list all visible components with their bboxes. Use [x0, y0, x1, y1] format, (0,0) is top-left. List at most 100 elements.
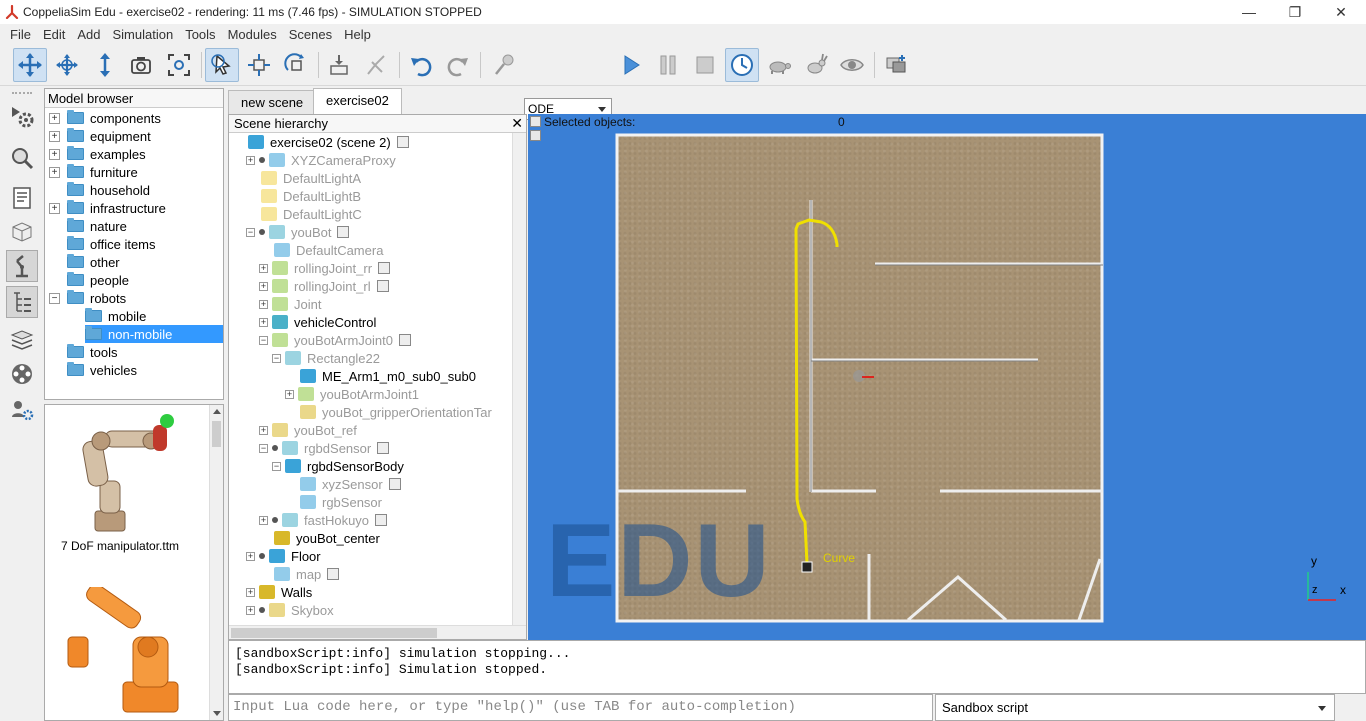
hierarchy-vertical-scrollbar[interactable] — [512, 133, 526, 627]
model-folder-item[interactable]: people — [49, 271, 129, 289]
expand-toggle-icon[interactable]: + — [259, 263, 268, 273]
shape-edit-button[interactable] — [6, 216, 38, 248]
model-thumbnail-7dof[interactable] — [65, 411, 180, 536]
expand-toggle-icon[interactable]: + — [246, 155, 255, 165]
model-folder-item[interactable]: mobile — [85, 307, 146, 325]
scene-object-row[interactable]: − rgbdSensorBody — [272, 457, 404, 475]
menu-help[interactable]: Help — [339, 27, 376, 42]
model-folder-item[interactable]: nature — [49, 217, 127, 235]
object-shift-button[interactable] — [242, 48, 276, 82]
scene-object-row[interactable]: xyzSensor — [285, 475, 401, 493]
scene-object-row[interactable]: − youBotArmJoint0 — [259, 331, 411, 349]
expand-toggle-icon[interactable]: + — [285, 389, 294, 399]
expand-toggle-icon[interactable]: + — [49, 112, 60, 124]
expand-toggle-icon[interactable]: − — [49, 292, 60, 304]
scroll-up-arrow-icon[interactable] — [213, 409, 221, 414]
slow-down-button[interactable] — [762, 48, 796, 82]
click-selection-button[interactable] — [205, 48, 239, 82]
script-icon[interactable] — [378, 262, 391, 274]
expand-toggle-icon[interactable]: + — [259, 317, 268, 327]
camera-angle-button[interactable] — [124, 48, 158, 82]
scene-object-row[interactable]: exercise02 (scene 2) — [233, 133, 409, 151]
model-folder-item[interactable]: other — [49, 253, 120, 271]
script-icon[interactable] — [399, 334, 411, 346]
scene-object-row[interactable]: − Rectangle22 — [272, 349, 380, 367]
scene-object-row[interactable]: youBot_center — [259, 529, 380, 547]
camera-pan-button[interactable] — [13, 48, 47, 82]
menu-simulation[interactable]: Simulation — [108, 27, 179, 42]
script-icon[interactable] — [375, 514, 388, 526]
menu-modules[interactable]: Modules — [223, 27, 282, 42]
menu-tools[interactable]: Tools — [180, 27, 220, 42]
script-context-select[interactable]: Sandbox script — [935, 694, 1335, 721]
real-time-button[interactable] — [725, 48, 759, 82]
thumbnail-scrollbar[interactable] — [209, 405, 223, 720]
model-folder-item[interactable]: vehicles — [49, 361, 137, 379]
script-icon[interactable] — [388, 478, 401, 490]
expand-toggle-icon[interactable]: + — [259, 299, 268, 309]
redo-button[interactable] — [441, 48, 475, 82]
expand-toggle-icon[interactable]: + — [49, 166, 60, 178]
model-folder-item[interactable]: non-mobile — [85, 325, 223, 343]
scene-object-row[interactable]: DefaultLightC — [246, 205, 362, 223]
expand-toggle-icon[interactable]: + — [49, 202, 60, 214]
expand-toggle-icon[interactable]: + — [259, 281, 268, 291]
tab-new-scene[interactable]: new scene — [228, 90, 317, 114]
scripts-button[interactable] — [6, 182, 38, 214]
scene-object-row[interactable]: + Skybox — [246, 601, 334, 619]
expand-toggle-icon[interactable]: − — [272, 353, 281, 363]
start-simulation-button[interactable] — [614, 48, 648, 82]
camera-rotate-button[interactable] — [50, 48, 84, 82]
model-folder-item[interactable]: + components — [49, 109, 161, 127]
close-hierarchy-icon[interactable]: ✕ — [511, 115, 523, 132]
pause-simulation-button[interactable] — [651, 48, 685, 82]
menu-scenes[interactable]: Scenes — [284, 27, 337, 42]
expand-toggle-icon[interactable]: + — [246, 587, 255, 597]
scene-object-row[interactable]: DefaultLightA — [246, 169, 361, 187]
expand-toggle-icon[interactable]: + — [259, 515, 268, 525]
scene-object-row[interactable]: + vehicleControl — [259, 313, 376, 331]
menu-add[interactable]: Add — [72, 27, 105, 42]
scene-object-row[interactable]: + Walls — [246, 583, 312, 601]
speed-up-button[interactable] — [799, 48, 833, 82]
model-browser-toggle-button[interactable] — [6, 250, 38, 282]
calculation-modules-button[interactable] — [6, 142, 38, 174]
scene-object-row[interactable]: + Floor — [246, 547, 321, 565]
scrollbar-thumb[interactable] — [212, 421, 221, 447]
expand-toggle-icon[interactable]: − — [259, 335, 268, 345]
visualization-toggle-button[interactable] — [835, 48, 869, 82]
model-folder-item[interactable]: household — [49, 181, 150, 199]
expand-toggle-icon[interactable]: + — [49, 148, 60, 160]
model-folder-item[interactable]: + furniture — [49, 163, 138, 181]
model-folder-item[interactable]: + examples — [49, 145, 146, 163]
model-folder-item[interactable]: + equipment — [49, 127, 151, 145]
scene-object-row[interactable]: rgbSensor — [285, 493, 382, 511]
scene-viewport[interactable]: Selected objects: 0 Curve EDU y z x — [528, 114, 1366, 640]
scene-object-row[interactable]: + youBotArmJoint1 — [285, 385, 419, 403]
expand-toggle-icon[interactable]: − — [259, 443, 268, 453]
scene-object-row[interactable]: + fastHokuyo — [259, 511, 388, 529]
expand-toggle-icon[interactable]: − — [272, 461, 281, 471]
model-folder-item[interactable]: + infrastructure — [49, 199, 166, 217]
script-icon[interactable] — [327, 568, 340, 580]
menu-edit[interactable]: Edit — [38, 27, 70, 42]
layers-button[interactable] — [6, 324, 38, 356]
transfer-dna-button[interactable] — [360, 48, 394, 82]
close-window-button[interactable]: ✕ — [1318, 0, 1364, 24]
scene-object-row[interactable]: map — [259, 565, 340, 583]
script-icon[interactable] — [337, 226, 350, 238]
expand-toggle-icon[interactable]: + — [246, 605, 255, 615]
tab-exercise02[interactable]: exercise02 — [313, 88, 402, 114]
scene-object-row[interactable]: + rollingJoint_rr — [259, 259, 391, 277]
scene-object-row[interactable]: youBot_gripperOrientationTar — [285, 403, 492, 421]
user-settings-button[interactable] — [6, 394, 38, 426]
scene-object-row[interactable]: + rollingJoint_rl — [259, 277, 389, 295]
expand-toggle-icon[interactable]: + — [246, 551, 255, 561]
lua-command-input[interactable]: Input Lua code here, or type "help()" (u… — [228, 694, 933, 721]
stop-simulation-button[interactable] — [688, 48, 722, 82]
scene-object-row[interactable]: ME_Arm1_m0_sub0_sub0 — [285, 367, 476, 385]
dynamics-toggle-button[interactable] — [487, 48, 521, 82]
minimize-button[interactable]: — — [1226, 0, 1272, 24]
model-folder-item[interactable]: office items — [49, 235, 156, 253]
script-icon[interactable] — [376, 280, 389, 292]
